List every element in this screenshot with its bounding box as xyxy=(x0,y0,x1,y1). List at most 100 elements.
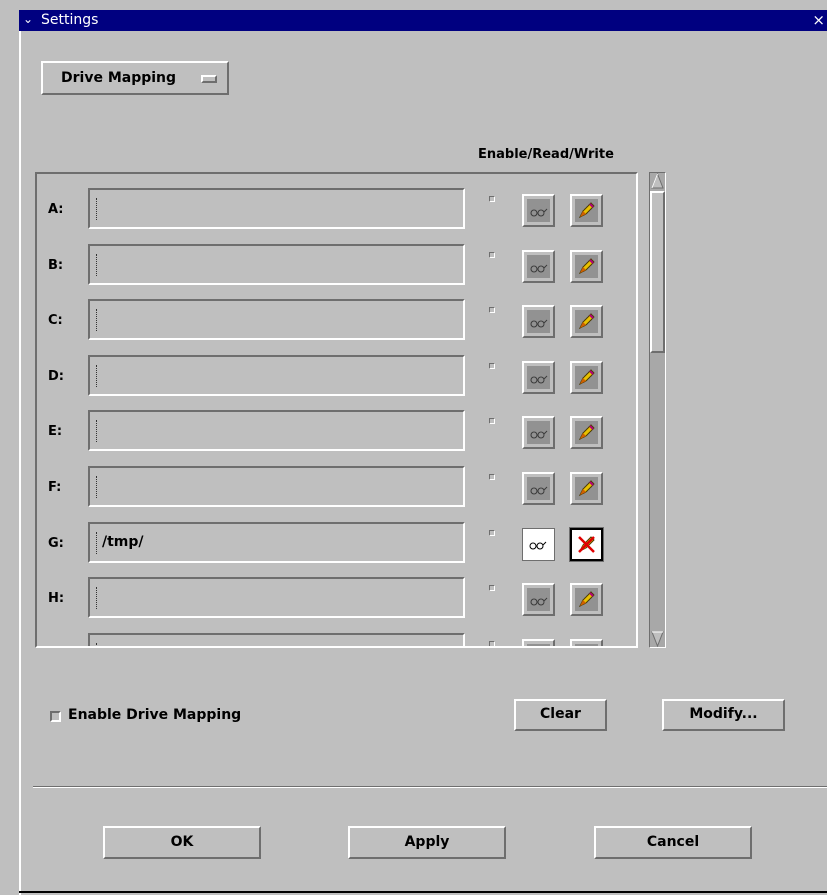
drive-letter-label: I: xyxy=(48,647,58,648)
drive-enable-checkbox[interactable] xyxy=(489,529,495,536)
separator xyxy=(33,786,827,788)
scroll-up-arrow-icon[interactable] xyxy=(651,173,664,189)
window-bottom-edge xyxy=(19,891,827,893)
scrollbar-thumb[interactable] xyxy=(650,191,665,353)
drive-path-input[interactable] xyxy=(88,466,465,507)
drive-path-input[interactable] xyxy=(88,577,465,619)
drive-write-toggle[interactable] xyxy=(570,583,603,617)
category-dropdown[interactable]: Drive Mapping xyxy=(41,61,229,95)
pencil-icon xyxy=(575,421,598,445)
drive-path-input[interactable] xyxy=(88,410,465,452)
drive-read-toggle[interactable] xyxy=(522,638,555,646)
pencil-icon xyxy=(575,365,598,389)
drive-path-input[interactable] xyxy=(88,188,465,229)
enable-read-write-header: Enable/Read/Write xyxy=(478,147,614,162)
drive-enable-checkbox[interactable] xyxy=(489,640,495,646)
drive-row: A: xyxy=(37,188,636,234)
dropdown-indicator-icon xyxy=(201,75,217,83)
title-bar-strip: ⌄ Settings × xyxy=(19,10,827,31)
drive-row: B: xyxy=(37,243,636,290)
drive-read-toggle[interactable] xyxy=(522,472,555,505)
glasses-icon xyxy=(527,588,550,612)
window-menu-icon[interactable]: ⌄ xyxy=(23,12,33,26)
cancel-button[interactable]: Cancel xyxy=(594,826,752,859)
pencil-icon xyxy=(575,643,598,646)
drive-read-toggle[interactable] xyxy=(522,194,555,227)
drive-write-toggle[interactable] xyxy=(570,249,603,283)
drive-enable-checkbox[interactable] xyxy=(489,585,495,592)
drive-write-toggle[interactable] xyxy=(570,194,603,227)
drive-path-input[interactable] xyxy=(88,632,465,646)
text-cursor-icon xyxy=(96,642,101,646)
close-icon[interactable]: × xyxy=(812,11,825,29)
drive-letter-label: G: xyxy=(48,535,64,551)
text-cursor-icon xyxy=(96,531,101,554)
drive-enable-checkbox[interactable] xyxy=(489,251,495,258)
drive-row: F: xyxy=(37,466,636,512)
drive-row: G: /tmp/ xyxy=(37,521,636,568)
drive-write-toggle[interactable] xyxy=(570,472,603,505)
glasses-icon xyxy=(527,477,550,500)
drive-letter-label: H: xyxy=(48,591,65,607)
pencil-icon xyxy=(575,199,598,222)
pencil-icon xyxy=(578,535,595,553)
drive-path-input[interactable]: /tmp/ xyxy=(88,521,465,563)
text-cursor-icon xyxy=(96,364,101,387)
scroll-down-arrow-icon[interactable] xyxy=(651,631,664,647)
title-bar: ⌄ Settings × xyxy=(0,0,827,42)
clear-button[interactable]: Clear xyxy=(514,699,607,731)
glasses-icon xyxy=(527,365,550,389)
drive-path-input[interactable] xyxy=(88,299,465,341)
drive-write-toggle[interactable] xyxy=(569,526,604,562)
enable-drive-mapping-label: Enable Drive Mapping xyxy=(68,707,242,723)
drive-read-toggle[interactable] xyxy=(522,249,555,283)
modify-button[interactable]: Modify... xyxy=(662,699,785,731)
drive-read-toggle[interactable] xyxy=(522,360,555,394)
text-cursor-icon xyxy=(96,420,101,443)
drive-write-toggle[interactable] xyxy=(570,305,603,339)
drive-letter-label: C: xyxy=(48,313,63,329)
drive-row: H: xyxy=(37,577,636,623)
apply-button[interactable]: Apply xyxy=(348,826,506,859)
drive-letter-label: D: xyxy=(48,368,64,384)
drive-read-toggle[interactable] xyxy=(522,416,555,450)
text-cursor-icon xyxy=(96,476,101,498)
pencil-icon xyxy=(575,310,598,334)
glasses-icon xyxy=(527,310,550,334)
glasses-icon xyxy=(527,421,550,445)
drive-enable-checkbox[interactable] xyxy=(489,196,495,202)
drive-write-toggle[interactable] xyxy=(570,416,603,450)
pencil-icon xyxy=(575,588,598,612)
pencil-icon xyxy=(575,477,598,500)
glasses-icon xyxy=(527,643,550,646)
drive-row: I: xyxy=(37,632,636,648)
window-left-edge xyxy=(19,31,21,895)
pencil-icon xyxy=(575,254,598,278)
glasses-icon xyxy=(529,541,547,550)
drive-list-scrollbar[interactable] xyxy=(649,172,666,648)
drive-list: A: B: C: D: E: F: G: /tmp/H: I: xyxy=(35,172,638,648)
drive-letter-label: F: xyxy=(48,480,62,495)
drive-enable-checkbox[interactable] xyxy=(489,474,495,480)
text-cursor-icon xyxy=(96,198,101,220)
drive-enable-checkbox[interactable] xyxy=(489,362,495,369)
drive-write-toggle[interactable] xyxy=(570,638,603,646)
text-cursor-icon xyxy=(96,309,101,332)
text-cursor-icon xyxy=(96,253,101,276)
ok-button[interactable]: OK xyxy=(103,826,261,859)
glasses-icon xyxy=(527,254,550,278)
drive-read-toggle[interactable] xyxy=(522,527,555,561)
drive-letter-label: B: xyxy=(48,257,64,273)
drive-path-input[interactable] xyxy=(88,354,465,396)
drive-path-input[interactable] xyxy=(88,243,465,285)
enable-drive-mapping-checkbox[interactable] xyxy=(50,711,61,722)
category-dropdown-label: Drive Mapping xyxy=(61,70,177,86)
drive-read-toggle[interactable] xyxy=(522,583,555,617)
drive-enable-checkbox[interactable] xyxy=(489,418,495,425)
drive-read-toggle[interactable] xyxy=(522,305,555,339)
drive-write-toggle[interactable] xyxy=(570,360,603,394)
drive-row: E: xyxy=(37,410,636,456)
drive-enable-checkbox[interactable] xyxy=(489,307,495,314)
drive-path-value: /tmp/ xyxy=(102,533,144,550)
drive-letter-label: A: xyxy=(48,202,64,217)
